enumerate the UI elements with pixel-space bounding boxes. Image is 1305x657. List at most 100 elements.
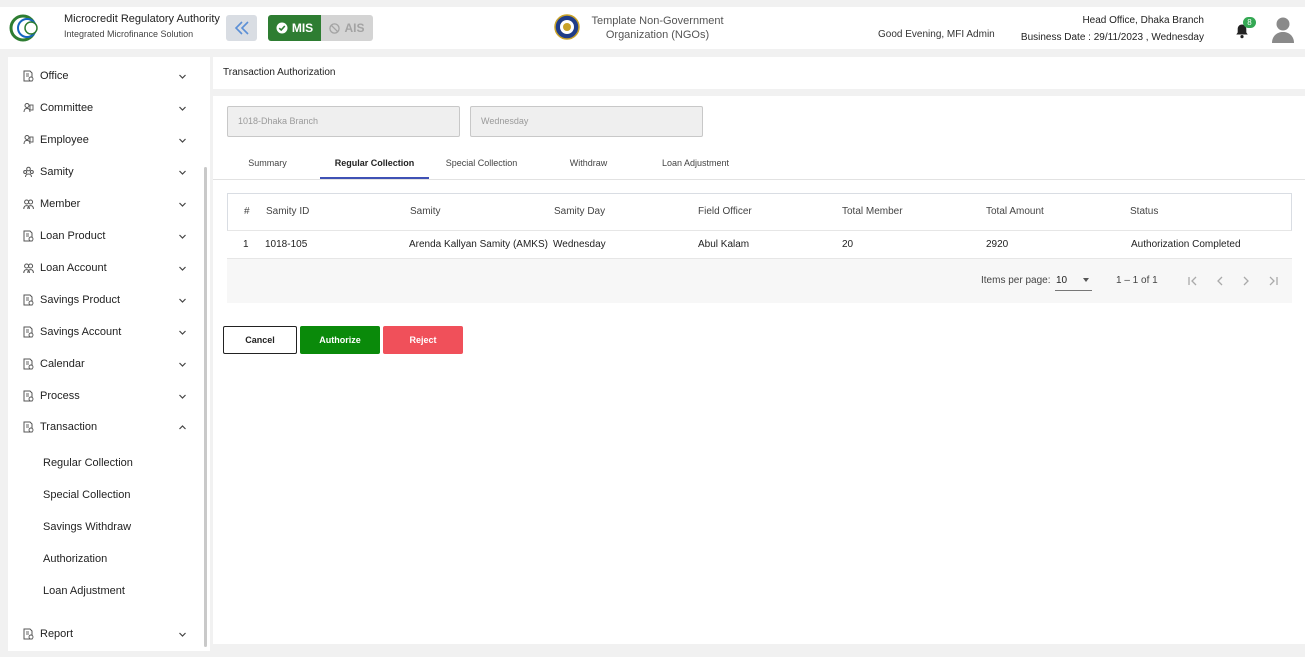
module-switch: MIS AIS (268, 15, 373, 41)
sidebar-subitem-authorization[interactable]: Authorization (43, 553, 107, 565)
sidebar-item-committee[interactable]: Committee (8, 96, 198, 120)
column-header: Samity (410, 206, 441, 217)
column-header: Total Amount (986, 206, 1044, 217)
people-icon (23, 135, 34, 145)
column-header: Field Officer (698, 206, 752, 217)
authorize-button[interactable]: Authorize (300, 326, 380, 354)
breadcrumb: Transaction Authorization (223, 67, 336, 78)
samity-cell: Arenda Kallyan Samity (AMKS) (409, 239, 548, 250)
chevron-down-icon (179, 266, 186, 271)
sidebar-item-loan-product[interactable]: Loan Product (8, 224, 198, 248)
chevron-down-icon (179, 632, 186, 637)
sidebar-item-label: Transaction (40, 421, 98, 433)
business-date: Business Date : 29/11/2023 , Wednesday (1020, 32, 1204, 43)
org-name-line1: Template Non-Government (591, 15, 724, 27)
sidebar-item-label: Savings Account (40, 326, 122, 338)
column-header: Samity Day (554, 206, 606, 217)
total-amount-cell: 2920 (986, 239, 1009, 250)
doc-gear-icon (23, 326, 34, 338)
sidebar-item-samity[interactable]: Samity (8, 160, 198, 184)
sidebar-item-label: Process (40, 390, 80, 402)
sidebar-item-label: Calendar (40, 358, 85, 370)
main-panel: 1018-Dhaka Branch Wednesday Summary Regu… (213, 96, 1305, 644)
paginator: Items per page: 10 1 – 1 of 1 (227, 259, 1292, 303)
sidebar-item-label: Employee (40, 134, 89, 146)
sidebar-item-loan-account[interactable]: Loan Account (8, 256, 198, 280)
sidebar-subitem-special-collection[interactable]: Special Collection (43, 489, 130, 501)
collection-table: # Samity ID Samity Samity Day Field Offi… (227, 193, 1292, 306)
dropdown-arrow-icon (1083, 278, 1089, 282)
sidebar-item-calendar[interactable]: Calendar (8, 352, 198, 376)
chevron-down-icon (179, 106, 186, 111)
doc-gear-icon (23, 628, 34, 640)
sidebar-item-label: Loan Account (40, 262, 107, 274)
org-name-line2: Organization (NGOs) (605, 29, 710, 41)
mra-logo-icon (9, 14, 38, 42)
cancel-button[interactable]: Cancel (223, 326, 297, 354)
chevron-down-icon (179, 362, 186, 367)
sidebar-scrollbar[interactable] (204, 167, 207, 647)
doc-gear-icon (23, 230, 34, 242)
ais-mode-label: AIS (344, 21, 365, 35)
sidebar-item-transaction[interactable]: Transaction (8, 415, 198, 439)
sidebar-item-savings-account[interactable]: Savings Account (8, 320, 198, 344)
breadcrumb-bar: Transaction Authorization (213, 57, 1305, 89)
first-page-icon[interactable] (1186, 274, 1200, 288)
ais-mode-button[interactable]: AIS (321, 15, 373, 41)
chevron-down-icon (179, 330, 186, 335)
doc-gear-icon (23, 390, 34, 402)
user-avatar-icon[interactable] (1271, 15, 1295, 43)
column-header: # (244, 206, 250, 217)
tab-summary[interactable]: Summary (213, 152, 322, 179)
brand-title: Microcredit Regulatory Authority (64, 13, 220, 25)
sidebar-item-member[interactable]: Member (8, 192, 198, 216)
sidebar-subitem-savings-withdraw[interactable]: Savings Withdraw (43, 521, 131, 533)
day-field[interactable]: Wednesday (470, 106, 703, 137)
collection-tabs: Summary Regular Collection Special Colle… (213, 152, 1305, 180)
chevron-down-icon (179, 74, 186, 79)
sidebar-item-employee[interactable]: Employee (8, 128, 198, 152)
tab-special-collection[interactable]: Special Collection (427, 152, 536, 179)
tab-loan-adjustment[interactable]: Loan Adjustment (641, 152, 750, 179)
chevron-up-icon (179, 425, 186, 430)
doc-gear-icon (23, 70, 34, 82)
sidebar-item-savings-product[interactable]: Savings Product (8, 288, 198, 312)
sidebar-item-office[interactable]: Office (8, 64, 198, 88)
items-per-page-select[interactable]: 10 (1055, 271, 1092, 291)
items-per-page-value: 10 (1056, 275, 1068, 286)
total-member-cell: 20 (842, 239, 854, 250)
table-header: # Samity ID Samity Samity Day Field Offi… (227, 193, 1292, 231)
row-number: 1 (243, 239, 249, 250)
sidebar-item-report[interactable]: Report (8, 622, 198, 646)
sidebar-item-label: Office (40, 70, 69, 82)
samity-id-cell: 1018-105 (265, 239, 308, 250)
table-row[interactable]: 1 1018-105 Arenda Kallyan Samity (AMKS) … (227, 231, 1292, 259)
mis-mode-label: MIS (291, 21, 314, 35)
doc-gear-icon (23, 421, 34, 433)
top-header: Microcredit Regulatory Authority Integra… (0, 7, 1305, 49)
sidebar-item-label: Report (40, 628, 74, 640)
sidebar-subitem-loan-adjustment[interactable]: Loan Adjustment (43, 585, 125, 597)
page-range-label: 1 – 1 of 1 (1116, 275, 1158, 286)
branch-field[interactable]: 1018-Dhaka Branch (227, 106, 460, 137)
tab-withdraw[interactable]: Withdraw (534, 152, 643, 179)
column-header: Samity ID (266, 206, 310, 217)
sidebar-item-process[interactable]: Process (8, 384, 198, 408)
sidebar-subitem-regular-collection[interactable]: Regular Collection (43, 457, 133, 469)
tab-regular-collection[interactable]: Regular Collection (320, 152, 429, 179)
notification-count-badge: 8 (1243, 17, 1256, 28)
collapse-sidebar-button[interactable] (226, 15, 257, 41)
chevron-down-icon (179, 298, 186, 303)
people-icon (23, 103, 34, 113)
previous-page-icon[interactable] (1213, 274, 1227, 288)
last-page-icon[interactable] (1266, 274, 1280, 288)
chevron-down-icon (179, 138, 186, 143)
next-page-icon[interactable] (1239, 274, 1253, 288)
chevron-down-icon (179, 234, 186, 239)
greeting-text: Good Evening, MFI Admin (878, 29, 995, 40)
doc-gear-icon (23, 358, 34, 370)
reject-button[interactable]: Reject (383, 326, 463, 354)
branch-name: Head Office, Dhaka Branch (1082, 15, 1204, 26)
chevron-down-icon (179, 202, 186, 207)
mis-mode-button[interactable]: MIS (268, 15, 321, 41)
